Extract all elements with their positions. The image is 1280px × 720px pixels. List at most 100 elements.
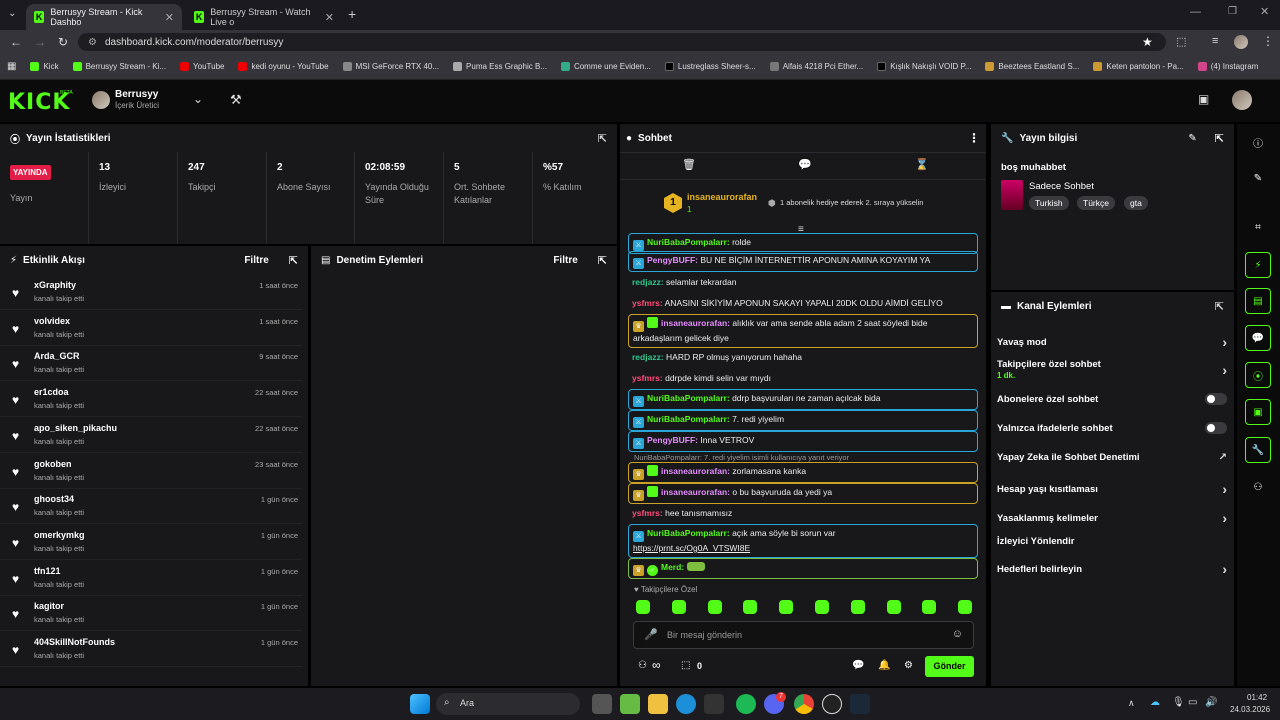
- event-user[interactable]: 404SkillNotFounds: [34, 637, 115, 647]
- bookmark-item[interactable]: Puma Ess Graphic B...: [446, 62, 554, 71]
- chat-message[interactable]: ysfmrs: ddrpde kimdi selin var mıydı: [628, 370, 978, 387]
- chat-message[interactable]: redjazz: selamlar tekrardan: [628, 274, 978, 291]
- clock-time[interactable]: 01:42: [1247, 693, 1267, 702]
- maximize-button[interactable]: ❐: [1228, 6, 1237, 17]
- points-icon[interactable]: ⬚: [681, 660, 690, 671]
- emote-button[interactable]: [815, 600, 829, 614]
- event-user[interactable]: omerkymkg: [34, 530, 85, 540]
- bookmark-item[interactable]: kedi oyunu - YouTube: [231, 62, 335, 71]
- filter-button[interactable]: Filtre: [244, 255, 268, 266]
- tag-chip[interactable]: Türkçe: [1077, 196, 1115, 210]
- emote-button[interactable]: [850, 600, 865, 614]
- store-icon[interactable]: [704, 694, 724, 714]
- app-icon[interactable]: [620, 694, 640, 714]
- start-menu-icon[interactable]: [410, 694, 430, 714]
- chat-message[interactable]: ⚔ NuriBabaPompalarr: 7. redi yiyelim: [628, 410, 978, 431]
- wrench-icon[interactable]: 🔧: [1245, 437, 1271, 463]
- file-explorer-icon[interactable]: [648, 694, 668, 714]
- banned-words-row[interactable]: Yasaklanmış kelimeler ›: [997, 510, 1227, 526]
- set-goals-row[interactable]: Hedefleri belirleyin ›: [997, 561, 1227, 577]
- event-user[interactable]: apo_siken_pikachu: [34, 423, 117, 433]
- chat-message[interactable]: ysfmrs: hee tanısmamısız: [628, 505, 978, 522]
- emote-button[interactable]: [886, 600, 901, 614]
- bookmark-item[interactable]: YouTube: [173, 62, 231, 71]
- emote-button[interactable]: [779, 600, 794, 614]
- bookmark-item[interactable]: Lustreglass Sheer-s...: [658, 62, 763, 71]
- chat-message[interactable]: ⚔ PengyBUFF: Inna VETROV: [628, 431, 978, 452]
- network-icon[interactable]: ▭: [1188, 697, 1197, 708]
- bookmark-item[interactable]: Kışlık Nakışlı VOID P...: [870, 62, 978, 71]
- bookmark-item[interactable]: Comme une Eviden...: [554, 62, 658, 71]
- close-tab-icon[interactable]: ✕: [325, 11, 334, 24]
- chat-username[interactable]: NuriBabaPompalarr: [647, 393, 727, 403]
- event-user[interactable]: ghoost34: [34, 494, 74, 504]
- crop-icon[interactable]: ⌗: [1245, 214, 1271, 240]
- close-window-button[interactable]: ✕: [1260, 5, 1269, 18]
- event-user[interactable]: gokoben: [34, 459, 72, 469]
- expand-icon[interactable]: ⇱: [598, 254, 607, 267]
- chat-username[interactable]: NuriBabaPompalarr: [647, 237, 727, 247]
- emote-only-toggle[interactable]: [1205, 422, 1227, 434]
- tag-chip[interactable]: gta: [1124, 196, 1148, 210]
- chat-username[interactable]: redjazz: [632, 277, 661, 287]
- chat-message[interactable]: ysfmrs: ANASINI SİKİYİM APONUN SAKAYI YA…: [628, 295, 978, 312]
- info-icon[interactable]: ⓘ: [1245, 129, 1271, 155]
- chat-message[interactable]: ♛ insaneaurorafan: zorlamasana kanka: [628, 462, 978, 483]
- tab-search-icon[interactable]: ⌄: [8, 8, 16, 19]
- users-icon[interactable]: ⚇: [638, 660, 647, 671]
- hammer-icon[interactable]: ⚒: [230, 92, 242, 108]
- bookmark-item[interactable]: Kick: [23, 62, 65, 71]
- chat-username[interactable]: redjazz: [632, 352, 661, 362]
- bell-icon[interactable]: 🔔: [878, 660, 890, 671]
- chat-username[interactable]: NuriBabaPompalarr: [647, 528, 727, 538]
- chat-username[interactable]: PengyBUFF: [647, 255, 695, 265]
- expand-icon[interactable]: ⇱: [289, 254, 298, 267]
- stream-info-icon[interactable]: ▣: [1245, 399, 1271, 425]
- chat-username[interactable]: Merd: [661, 562, 681, 572]
- chat-message[interactable]: ⚔ NuriBabaPompalarr: ddrp başvuruları ne …: [628, 389, 978, 410]
- lightning-icon[interactable]: ⚡: [1245, 252, 1271, 278]
- apps-icon[interactable]: ▦: [0, 61, 23, 72]
- bookmark-item[interactable]: Keten pantolon - Pa...: [1086, 62, 1190, 71]
- media-icon[interactable]: ≡: [1212, 35, 1218, 47]
- chat-message[interactable]: ⚔ PengyBUFF: BU NE BİÇİM İNTERNETTİR APON…: [628, 251, 978, 272]
- chat-message[interactable]: ♛ insaneaurorafan: alıklık var ama sende …: [628, 314, 978, 348]
- edge-icon[interactable]: [676, 694, 696, 714]
- chat-message[interactable]: redjazz: HARD RP olmuş yanıyorum hahaha: [628, 349, 978, 366]
- chat-username[interactable]: ysfmrs: [632, 373, 660, 383]
- user-avatar[interactable]: [1232, 90, 1252, 110]
- browser-menu-icon[interactable]: ⋮: [1262, 34, 1274, 48]
- emote-button[interactable]: [743, 600, 758, 614]
- emote-button[interactable]: [671, 600, 686, 614]
- expand-icon[interactable]: ⇱: [1215, 132, 1224, 145]
- taskbar-search[interactable]: ⌕ Ara: [436, 693, 580, 715]
- chat-input[interactable]: 🎤 Bir mesaj gönderin ☺: [633, 621, 974, 649]
- chat-icon[interactable]: 💬: [1245, 325, 1271, 351]
- extensions-icon[interactable]: ⬚: [1176, 35, 1186, 48]
- event-user[interactable]: Arda_GCR: [34, 351, 80, 361]
- chat-username[interactable]: ysfmrs: [632, 298, 660, 308]
- chat-message[interactable]: ⚔ NuriBabaPompalarr: açık ama söyle bi so…: [628, 524, 978, 558]
- top-gifter-name[interactable]: insaneaurorafan: [687, 192, 757, 202]
- gear-icon[interactable]: ⚙: [904, 660, 913, 671]
- channel-switch-chevron-icon[interactable]: ⌄: [193, 92, 203, 106]
- hourglass-icon[interactable]: ⌛: [915, 158, 929, 171]
- close-tab-icon[interactable]: ✕: [165, 11, 174, 24]
- chat-username[interactable]: insaneaurorafan: [661, 318, 727, 328]
- chat-username[interactable]: PengyBUFF: [647, 435, 695, 445]
- site-info-icon[interactable]: ⚙: [88, 37, 97, 48]
- steam-icon[interactable]: [850, 694, 870, 714]
- trash-icon[interactable]: 🗑: [682, 158, 696, 171]
- event-user[interactable]: er1cdoa: [34, 387, 69, 397]
- cloud-icon[interactable]: ☁: [1150, 697, 1160, 708]
- chat-username[interactable]: ysfmrs: [632, 508, 660, 518]
- profile-avatar[interactable]: [1234, 35, 1248, 49]
- chrome-icon[interactable]: [794, 694, 814, 714]
- event-user[interactable]: volvidex: [34, 316, 70, 326]
- broadcast-icon[interactable]: ⦿: [1245, 362, 1271, 388]
- minimize-button[interactable]: —: [1190, 6, 1201, 18]
- filter-button[interactable]: Filtre: [553, 255, 577, 266]
- volume-icon[interactable]: 🔊: [1205, 697, 1217, 708]
- chat-message[interactable]: ♛ ✓ Merd:: [628, 558, 978, 579]
- follower-only-row[interactable]: Takipçilere özel sohbet 1 dk. ›: [997, 358, 1227, 382]
